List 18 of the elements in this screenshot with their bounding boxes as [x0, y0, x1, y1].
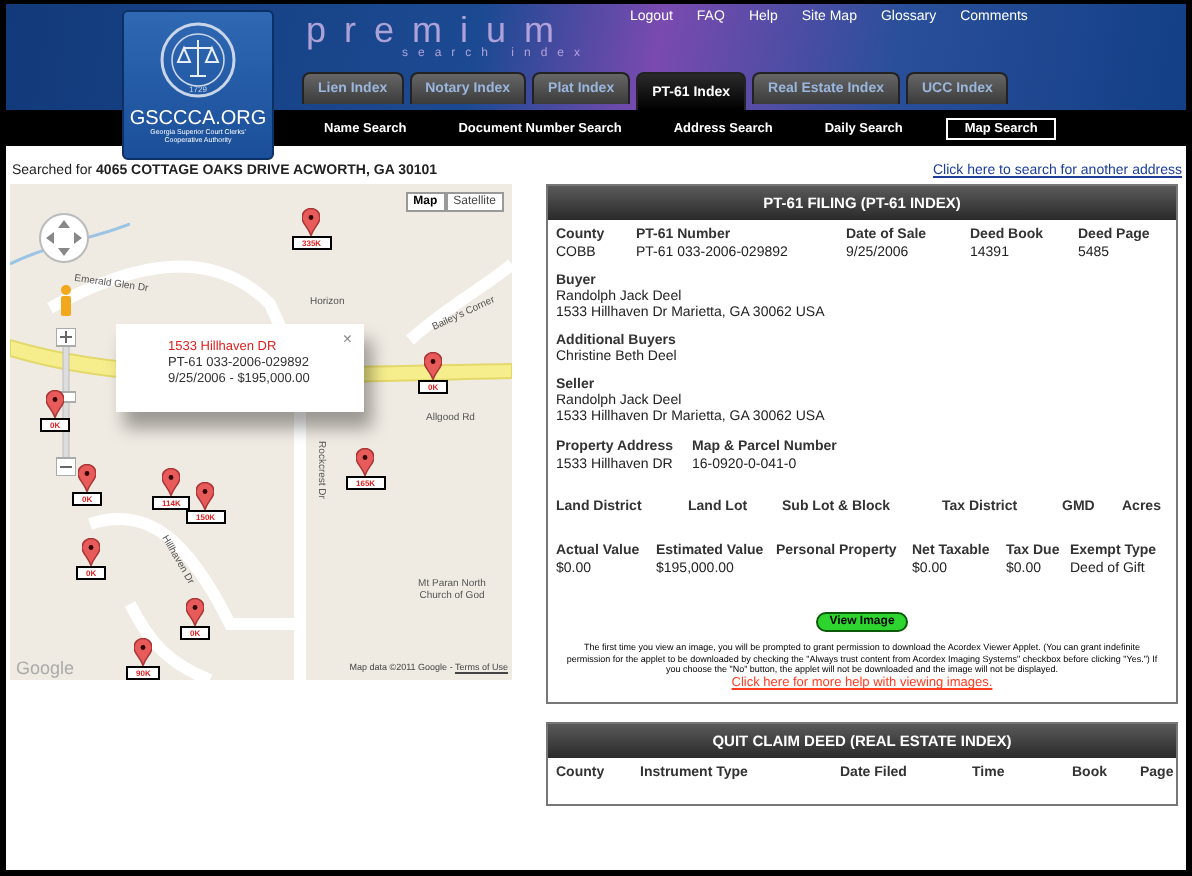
- map-pin-icon[interactable]: [196, 482, 215, 510]
- map-logo: Google: [16, 658, 75, 678]
- logo-title: GSCCCA.ORG: [129, 108, 267, 130]
- pan-control-icon[interactable]: [38, 212, 90, 264]
- map-pin-icon[interactable]: [82, 538, 101, 566]
- creek-line: [10, 222, 130, 266]
- map-pin-icon[interactable]: [78, 464, 97, 492]
- map-pin-icon[interactable]: [162, 468, 181, 496]
- map-pin-icon[interactable]: [134, 638, 153, 666]
- brand-title: premium: [306, 12, 573, 48]
- close-button[interactable]: ×: [342, 330, 352, 350]
- scales-seal-icon: [158, 20, 238, 100]
- map-pin-icon[interactable]: [424, 352, 443, 380]
- map-pin-icon[interactable]: [46, 390, 65, 418]
- map-pin-icon[interactable]: [186, 598, 205, 626]
- map-view[interactable]: [10, 184, 512, 680]
- map-pin-icon[interactable]: [302, 208, 321, 236]
- map-pin-icon[interactable]: [356, 448, 375, 476]
